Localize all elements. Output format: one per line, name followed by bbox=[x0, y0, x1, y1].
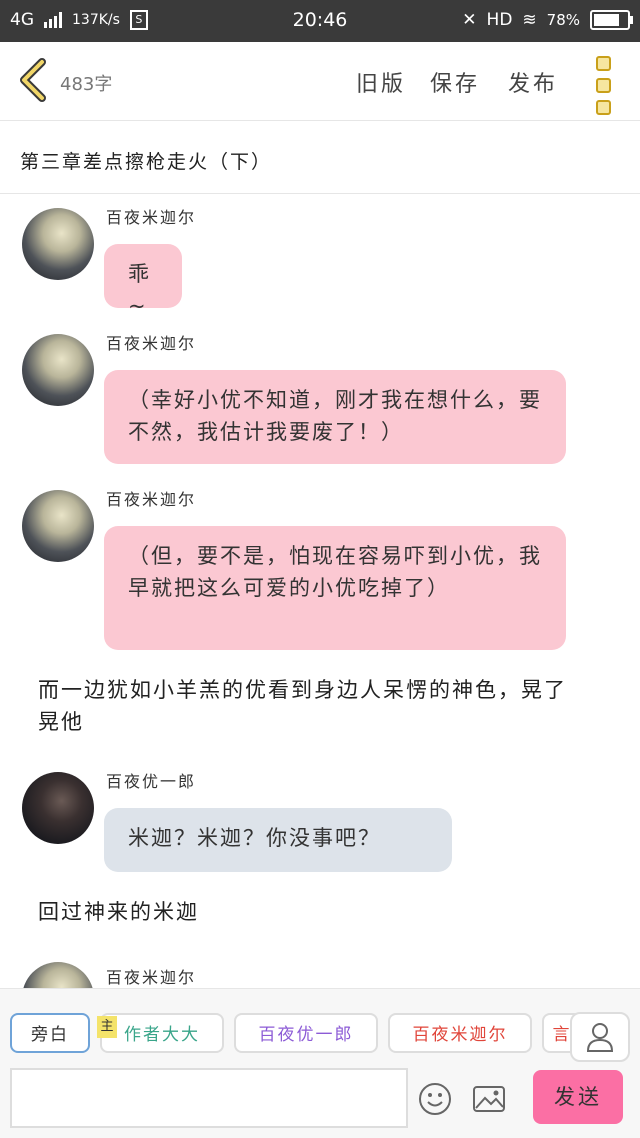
emoji-icon[interactable] bbox=[418, 1082, 452, 1116]
role-author-button[interactable]: 作者大大 bbox=[100, 1013, 224, 1053]
message-bubble[interactable]: 乖~ bbox=[104, 244, 182, 318]
old-version-button[interactable]: 旧版 bbox=[356, 66, 406, 98]
avatar[interactable] bbox=[22, 490, 94, 562]
speaker-name: 百夜米迦尔 bbox=[106, 968, 197, 987]
add-role-button[interactable] bbox=[570, 1012, 630, 1062]
chat-message[interactable]: 百夜米迦尔 bbox=[22, 962, 322, 988]
battery-percent: 78% bbox=[546, 11, 580, 29]
hd-label: HD bbox=[486, 10, 513, 30]
speaker-name: 百夜米迦尔 bbox=[106, 490, 197, 509]
more-menu-icon[interactable] bbox=[596, 56, 612, 122]
role-mika-button[interactable]: 百夜米迦尔 bbox=[388, 1013, 532, 1053]
save-button[interactable]: 保存 bbox=[430, 66, 480, 98]
speaker-name: 百夜米迦尔 bbox=[106, 334, 197, 353]
role-yuu-button[interactable]: 百夜优一郎 bbox=[234, 1013, 378, 1053]
message-bubble[interactable]: 米迦？米迦？你没事吧？ bbox=[104, 808, 452, 872]
message-bubble[interactable]: （幸好小优不知道，刚才我在想什么，要不然，我估计我要废了！） bbox=[104, 370, 566, 464]
editor-header: 483字 旧版 保存 发布 bbox=[0, 42, 640, 121]
message-input[interactable] bbox=[10, 1068, 408, 1128]
send-button[interactable]: 发送 bbox=[533, 1070, 623, 1124]
word-count: 483字 bbox=[60, 74, 113, 95]
user-icon bbox=[586, 1023, 614, 1052]
avatar[interactable] bbox=[22, 772, 94, 844]
publish-button[interactable]: 发布 bbox=[508, 66, 558, 98]
battery-icon bbox=[590, 10, 633, 30]
input-bar: 发送 bbox=[0, 1068, 640, 1138]
chevron-left-icon bbox=[20, 58, 46, 102]
speaker-name: 百夜优一郎 bbox=[106, 772, 197, 791]
mute-icon: ✕ bbox=[462, 10, 477, 30]
image-icon[interactable] bbox=[472, 1082, 506, 1116]
narration-text[interactable]: 回过神来的米迦 bbox=[38, 896, 199, 928]
wifi-icon: ≋ bbox=[522, 10, 537, 30]
status-bar: 4G 137K/s S 20:46 ✕ HD ≋ 78% bbox=[0, 0, 640, 42]
role-selector-bar: 旁白 作者大大 百夜优一郎 百夜米迦尔 言 bbox=[0, 988, 640, 1069]
chapter-title[interactable]: 第三章差点擦枪走火（下） bbox=[20, 147, 272, 174]
avatar[interactable] bbox=[22, 208, 94, 280]
message-bubble[interactable]: （但，要不是，怕现在容易吓到小优，我早就把这么可爱的小优吃掉了） bbox=[104, 526, 566, 650]
back-button[interactable] bbox=[14, 56, 54, 104]
avatar[interactable] bbox=[22, 962, 94, 988]
narration-text[interactable]: 而一边犹如小羊羔的优看到身边人呆愣的神色，晃了晃他 bbox=[38, 674, 588, 738]
main-role-badge: 主 bbox=[97, 1016, 117, 1038]
role-narrator-button[interactable]: 旁白 bbox=[10, 1013, 90, 1053]
speaker-name: 百夜米迦尔 bbox=[106, 208, 197, 227]
avatar[interactable] bbox=[22, 334, 94, 406]
chapter-header: 第三章差点擦枪走火（下） bbox=[0, 121, 640, 194]
